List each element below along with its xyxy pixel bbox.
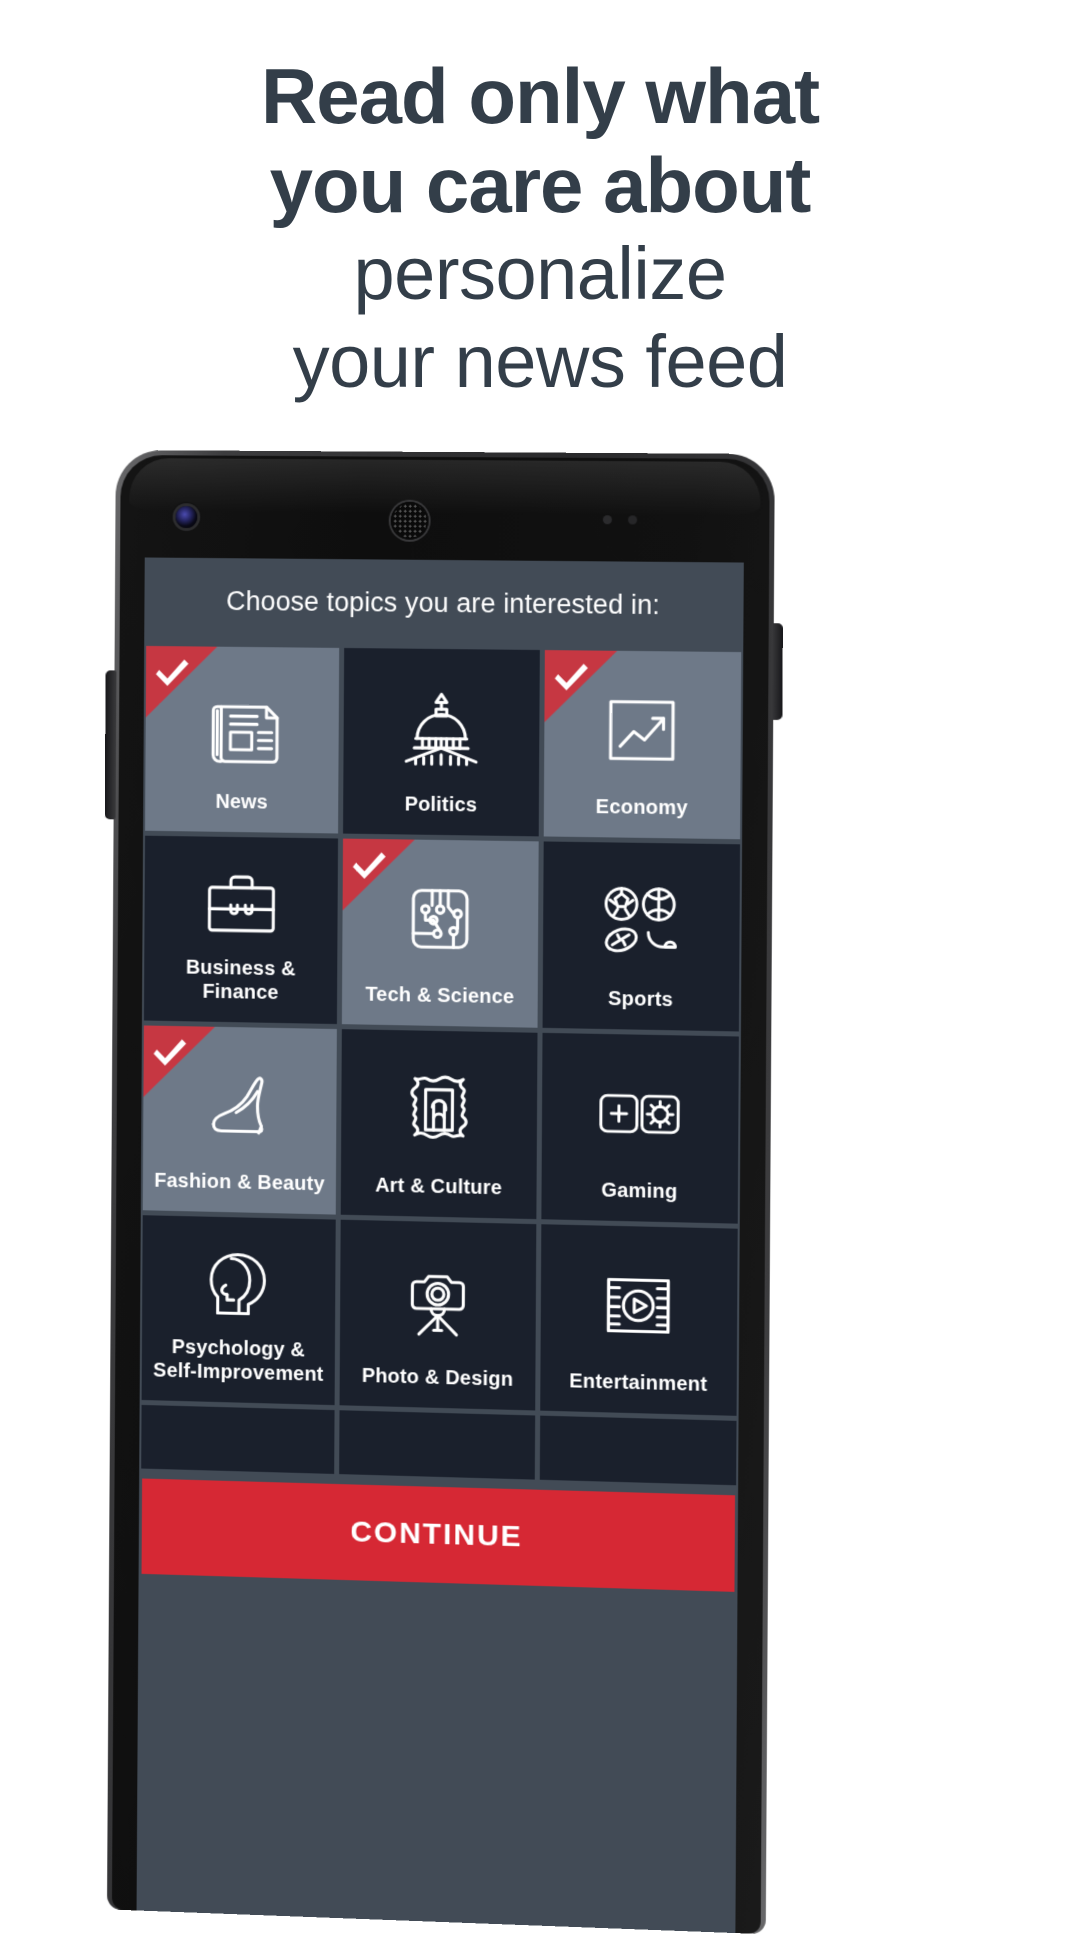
topic-tile-label: Photo & Design — [361, 1364, 514, 1391]
topic-tile[interactable]: Psychology & Self-Improvement — [141, 1215, 337, 1406]
front-camera-icon — [175, 506, 198, 529]
topic-tile-label: Gaming — [601, 1179, 678, 1204]
topic-tile-label: Fashion & Beauty — [154, 1169, 325, 1196]
headline-line-3: personalize — [353, 232, 727, 315]
phone-screen: Choose topics you are interested in: New… — [136, 557, 744, 1934]
film-play-icon — [540, 1224, 738, 1373]
selected-check-icon — [145, 645, 218, 719]
selected-check-icon — [342, 838, 416, 912]
headline-line-4: your news feed — [292, 320, 788, 403]
topic-tile[interactable]: Economy — [543, 650, 742, 840]
topic-tile[interactable]: Business & Finance — [143, 835, 339, 1025]
capitol-dome-icon — [344, 648, 540, 794]
picture-frame-icon — [341, 1029, 537, 1177]
topic-tile[interactable]: News — [145, 645, 340, 834]
promo-headline: Read only what you care about personaliz… — [0, 0, 1080, 450]
earpiece-speaker-icon — [390, 501, 429, 540]
topic-tile-partial[interactable] — [339, 1410, 535, 1480]
camera-tripod-icon — [340, 1220, 536, 1369]
topic-tile-label: Tech & Science — [365, 983, 515, 1009]
topic-tile-label: Economy — [595, 796, 688, 820]
volume-button[interactable] — [104, 670, 117, 820]
topic-tile[interactable]: Tech & Science — [342, 838, 539, 1028]
headline-line-1: Read only what — [260, 52, 820, 140]
selected-check-icon — [544, 650, 617, 724]
briefcase-icon — [144, 836, 338, 959]
topic-tile[interactable]: Gaming — [541, 1032, 739, 1224]
phone-mockup-wrapper: Choose topics you are interested in: New… — [0, 449, 1080, 1935]
topic-tile-label: Entertainment — [569, 1370, 708, 1396]
head-profile-icon — [142, 1215, 336, 1339]
sports-balls-icon — [542, 841, 740, 989]
topic-tile-label: News — [215, 790, 269, 814]
topic-tile-label: Politics — [404, 793, 478, 817]
topic-tile-label: Psychology & Self-Improvement — [153, 1336, 324, 1386]
continue-button-wrapper: CONTINUE — [139, 1468, 739, 1592]
topic-tile[interactable]: Art & Culture — [341, 1029, 538, 1220]
continue-button[interactable]: CONTINUE — [141, 1478, 736, 1592]
topic-tile-label: Sports — [607, 987, 674, 1012]
proximity-sensor-icon — [602, 515, 612, 525]
topic-tile[interactable]: Politics — [343, 647, 540, 837]
light-sensor-icon — [628, 515, 638, 525]
topic-tile-label: Art & Culture — [375, 1174, 503, 1200]
gamepad-icon — [541, 1033, 739, 1182]
topic-tile-label: Business & Finance — [185, 956, 296, 1005]
topic-grid: News Politics Economy Business & Finance — [139, 645, 743, 1486]
headline-line-2: you care about — [269, 141, 812, 229]
topic-tile-partial[interactable] — [141, 1404, 335, 1474]
screen-title: Choose topics you are interested in: — [226, 586, 661, 621]
selected-check-icon — [143, 1025, 215, 1099]
topic-tile[interactable]: Fashion & Beauty — [142, 1025, 338, 1215]
phone-mockup: Choose topics you are interested in: New… — [104, 449, 783, 1935]
topic-tile[interactable]: Photo & Design — [339, 1219, 536, 1411]
power-button[interactable] — [771, 623, 783, 721]
topic-tile[interactable]: Entertainment — [539, 1224, 738, 1416]
topic-tile[interactable]: Sports — [542, 841, 741, 1032]
topic-tile-partial[interactable] — [539, 1415, 737, 1486]
